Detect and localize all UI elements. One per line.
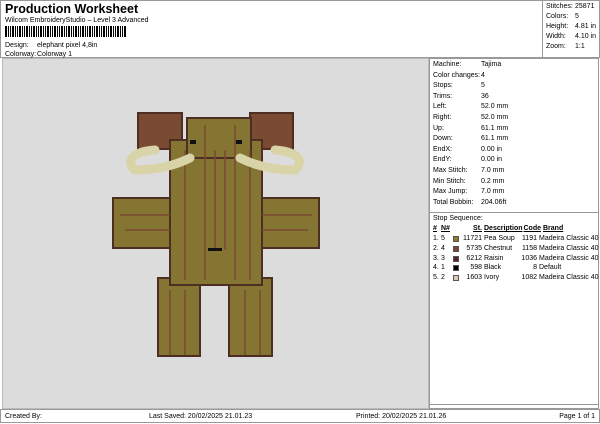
stop-sequence-header: # N# St. Description Code Brand — [433, 225, 563, 232]
needle-number: 1 — [441, 264, 445, 272]
info-value: 7.0 mm — [481, 188, 505, 196]
page-number: Page 1 of 1 — [559, 413, 595, 420]
info-row: EndX: 0.00 in — [433, 146, 502, 153]
color-description: Chestnut — [484, 244, 513, 252]
color-description: Black — [484, 264, 502, 272]
col-header: # — [433, 225, 437, 232]
info-label: Color changes: — [433, 71, 481, 79]
stop-row: 1. 5 11721 Pea Soup 1191 Madeira Classic… — [433, 235, 599, 244]
info-value: 52.0 mm — [481, 103, 509, 111]
info-row: Max Stitch: 7.0 mm — [433, 167, 504, 174]
needle-number: 5 — [441, 235, 445, 242]
info-label: Right: — [433, 114, 452, 121]
info-label: Up: — [433, 124, 444, 132]
color-description: Ivory — [484, 274, 500, 282]
color-description: Raisin — [484, 254, 504, 262]
info-row: Trims: 36 — [433, 93, 489, 100]
needle-number: 4 — [441, 244, 445, 252]
stop-row: 2. 4 5735 Chestnut 1158 Madeira Classic … — [433, 245, 599, 254]
info-value: 204.06ft — [481, 198, 507, 206]
info-label: Min Stitch: — [433, 177, 466, 185]
thread-brand: Madeira Classic 40 — [539, 274, 599, 282]
info-label: EndX: — [433, 145, 453, 153]
info-row: Up: 61.1 mm — [433, 125, 508, 132]
info-label: Max Stitch: — [433, 167, 468, 174]
footer: Created By: Last Saved: 20/02/2025 21.01… — [0, 409, 600, 423]
created-by: Created By: — [5, 413, 42, 420]
stop-row: 4. 1 598 Black 8 Default — [433, 264, 561, 273]
printed-date: Printed: 20/02/2025 21.01.26 — [356, 413, 447, 420]
info-value: 36 — [481, 92, 489, 100]
info-label: Max Jump: — [433, 188, 468, 196]
info-row: Machine: Tajima — [433, 61, 501, 68]
last-saved: Last Saved: 20/02/2025 21.01.23 — [149, 413, 253, 420]
color-code: 1158 — [521, 244, 537, 252]
color-swatch — [453, 275, 459, 282]
col-header: Code — [523, 225, 542, 232]
stitch-count: 1603 — [466, 274, 482, 282]
info-value: 4 — [481, 71, 485, 79]
info-value: 61.1 mm — [481, 135, 509, 143]
color-swatch — [453, 245, 459, 252]
info-label: EndY: — [433, 156, 452, 164]
col-header: N# — [441, 225, 450, 232]
thread-brand: Madeira Classic 40 — [539, 254, 599, 262]
info-value: 0.2 mm — [481, 177, 505, 185]
thread-brand: Madeira Classic 40 — [539, 235, 599, 242]
info-label: Trims: — [433, 92, 453, 100]
info-value: 5 — [481, 82, 485, 90]
col-header: St. — [473, 225, 482, 232]
stitch-count: 5735 — [466, 244, 482, 252]
stop-index: 2. — [433, 244, 439, 252]
info-value: 52.0 mm — [481, 114, 509, 121]
info-label: Total Bobbin: — [433, 198, 474, 206]
stop-index: 3. — [433, 254, 439, 262]
info-value: Tajima — [481, 61, 502, 68]
stop-row: 3. 3 6212 Raisin 1036 Madeira Classic 40 — [433, 255, 599, 264]
color-code: 1036 — [521, 254, 537, 262]
info-value: 0.00 in — [481, 156, 503, 164]
info-row: EndY: 0.00 in — [433, 156, 502, 163]
thread-brand: Madeira Classic 40 — [539, 244, 599, 252]
info-value: 0.00 in — [481, 145, 503, 153]
color-swatch — [453, 255, 459, 262]
info-row: Total Bobbin: 204.06ft — [433, 199, 506, 206]
stitch-count: 6212 — [466, 254, 482, 262]
needle-number: 2 — [441, 274, 445, 282]
thread-brand: Default — [539, 264, 562, 272]
color-swatch — [453, 265, 459, 272]
color-code: 1191 — [521, 235, 537, 242]
stitch-count: 598 — [470, 264, 482, 272]
stop-index: 5. — [433, 274, 439, 282]
stop-sequence-title: Stop Sequence: — [433, 215, 483, 222]
info-label: Machine: — [433, 61, 462, 68]
info-row: Stops: 5 — [433, 82, 485, 89]
info-value: 7.0 mm — [481, 167, 505, 174]
info-row: Right: 52.0 mm — [433, 114, 508, 121]
design-info-panel: Machine: Tajima Color changes: 4 Stops: 5 Trim… — [429, 58, 599, 409]
info-row: Min Stitch: 0.2 mm — [433, 178, 504, 185]
needle-number: 3 — [441, 254, 445, 262]
stop-row: 5. 2 1603 Ivory 1082 Madeira Classic 40 — [433, 274, 599, 283]
color-description: Pea Soup — [484, 235, 515, 242]
info-row: Left: 52.0 mm — [433, 103, 508, 110]
color-swatch — [453, 236, 459, 242]
stop-index: 4. — [433, 264, 439, 272]
stop-index: 1. — [433, 235, 439, 242]
info-row: Max Jump: 7.0 mm — [433, 188, 504, 195]
col-header: Brand — [543, 225, 564, 232]
color-code: 8 — [533, 264, 537, 272]
stop-sequence: Stop Sequence: # N# St. Description Code… — [430, 212, 599, 405]
info-label: Down: — [433, 135, 453, 143]
info-row: Color changes: 4 — [433, 72, 485, 79]
info-label: Stops: — [433, 82, 453, 90]
color-code: 1082 — [521, 274, 537, 282]
stitch-count: 11721 — [463, 235, 482, 242]
info-value: 61.1 mm — [481, 124, 509, 132]
col-header: Description — [484, 225, 523, 232]
info-label: Left: — [433, 103, 447, 111]
info-row: Down: 61.1 mm — [433, 135, 508, 142]
